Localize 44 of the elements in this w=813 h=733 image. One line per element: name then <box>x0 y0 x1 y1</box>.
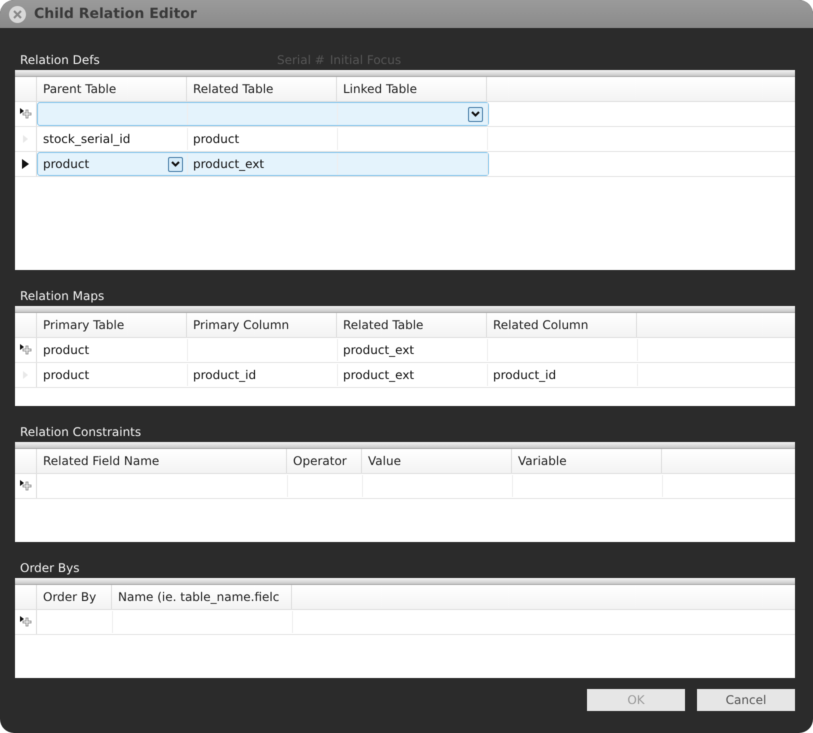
column-header[interactable]: Related Column <box>487 313 637 337</box>
column-header[interactable]: Primary Table <box>37 313 187 337</box>
table-cell: product <box>193 132 240 146</box>
new-row-icon <box>20 344 32 356</box>
dialog-button[interactable]: Cancel <box>697 689 795 711</box>
table-cell: product <box>43 343 90 357</box>
table-cell: product_ext <box>343 343 414 357</box>
column-header[interactable]: Related Table <box>337 313 487 337</box>
column-header[interactable]: Order By <box>37 585 112 609</box>
table-cell: stock_serial_id <box>43 132 130 146</box>
table-cell: product_id <box>193 368 256 382</box>
new-row-icon <box>20 616 32 628</box>
table-cell: product <box>43 157 90 171</box>
grid-row[interactable]: product product_id product_ext product_id <box>37 363 639 387</box>
column-header[interactable]: Parent Table <box>37 77 187 101</box>
column-header[interactable]: Variable <box>512 449 662 473</box>
section-title: Relation Defs <box>19 53 101 67</box>
section-title: Relation Constraints <box>19 425 142 439</box>
grid-row[interactable]: product product_ext <box>37 338 639 362</box>
table-cell: product <box>43 368 90 382</box>
column-header[interactable]: Name (ie. table_name.fielc <box>112 585 292 609</box>
dropdown-button[interactable] <box>468 106 483 122</box>
close-button[interactable] <box>9 6 26 22</box>
column-header[interactable]: Value <box>362 449 512 473</box>
table-cell: product_id <box>493 368 556 382</box>
chevron-down-icon <box>171 161 180 167</box>
table-cell: product_ext <box>343 368 414 382</box>
column-header[interactable]: Operator <box>287 449 362 473</box>
close-icon <box>13 10 22 18</box>
new-row-icon <box>20 108 32 120</box>
chevron-down-icon <box>471 111 480 117</box>
dropdown-button[interactable] <box>168 156 183 172</box>
column-header[interactable]: Primary Column <box>187 313 337 337</box>
table-cell: product_ext <box>193 157 264 171</box>
window-title: Child Relation Editor <box>34 6 197 22</box>
column-header[interactable]: Related Table <box>187 77 337 101</box>
new-row-icon <box>20 480 32 492</box>
section-title: Relation Maps <box>19 289 106 303</box>
column-header[interactable]: Linked Table <box>337 77 487 101</box>
current-row-icon <box>22 159 29 169</box>
column-header[interactable]: Related Field Name <box>37 449 287 473</box>
section-title: Order Bys <box>19 561 81 575</box>
selected-row[interactable]: product product_ext <box>37 152 489 176</box>
grid-row[interactable]: stock_serial_id product <box>37 127 489 151</box>
